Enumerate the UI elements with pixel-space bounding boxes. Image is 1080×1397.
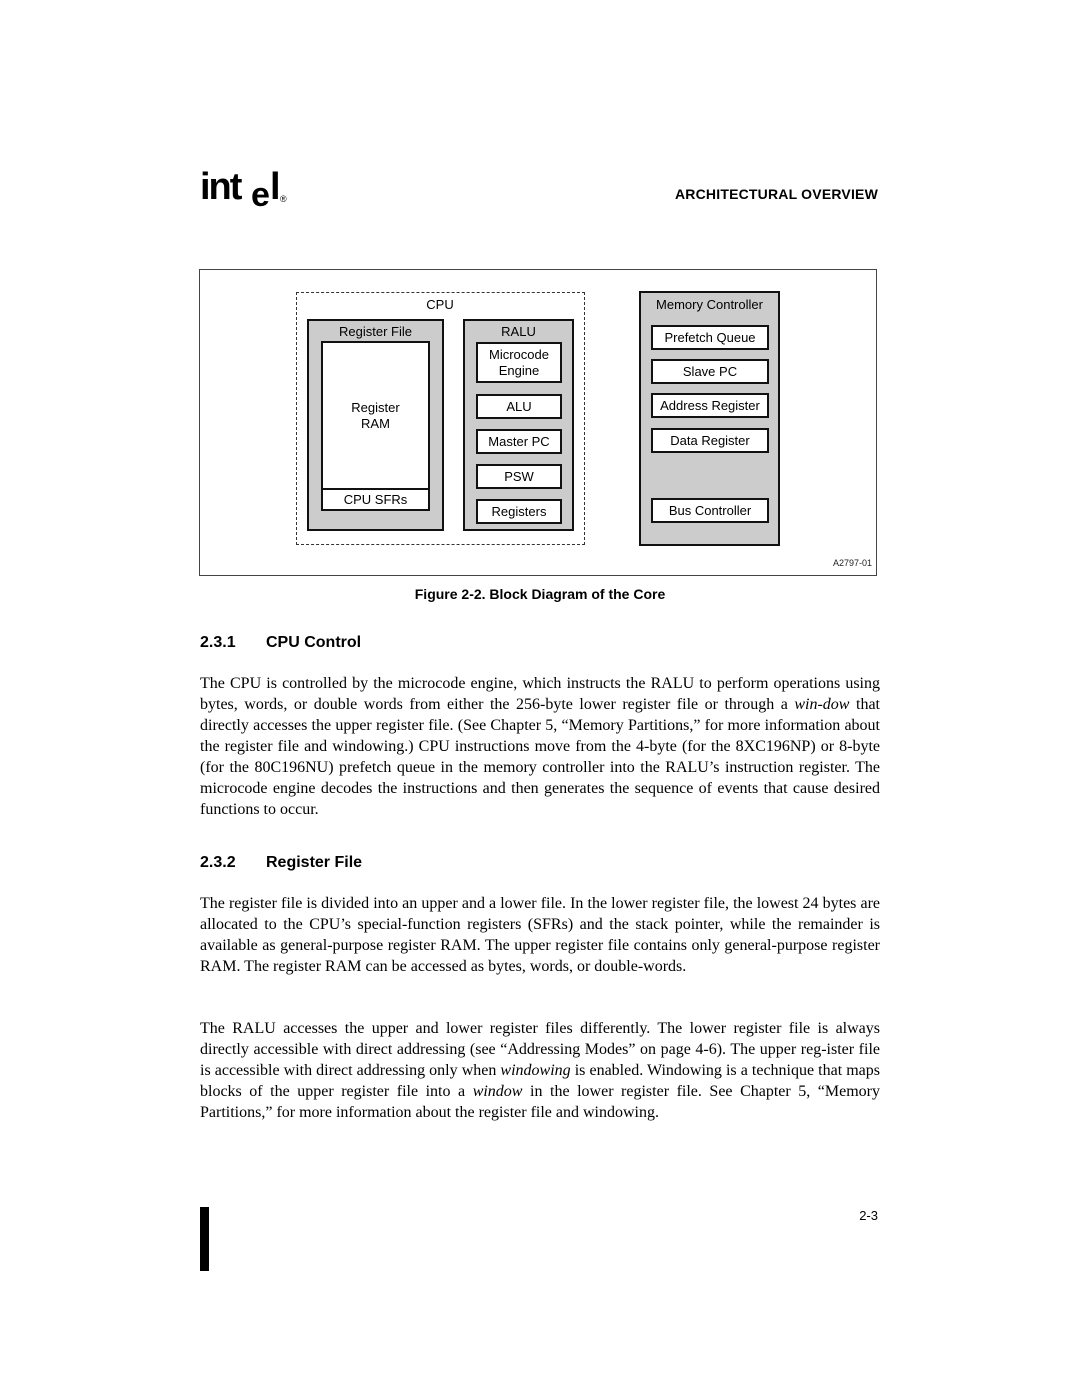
italic-term-window: win-dow <box>794 696 850 713</box>
address-register-label: Address Register <box>660 397 760 413</box>
text-run: that directly accesses the upper registe… <box>200 696 880 818</box>
bus-controller-label: Bus Controller <box>668 502 752 518</box>
change-bar <box>200 1207 209 1271</box>
slave-pc-label: Slave PC <box>682 363 738 379</box>
section-number: 2.3.2 <box>200 854 236 871</box>
italic-term-window: window <box>472 1083 523 1100</box>
ralu-block-alu: ALU <box>476 394 562 419</box>
text-run: The register file is divided into an upp… <box>200 895 880 975</box>
prefetch-queue-label: Prefetch Queue <box>664 329 756 345</box>
register-ram-block: Register RAM <box>321 341 430 490</box>
mc-block-bus-controller: Bus Controller <box>651 498 769 523</box>
memory-controller-title: Memory Controller <box>656 297 763 312</box>
page-number: 2-3 <box>859 1208 878 1223</box>
register-file-title: Register File <box>339 324 412 339</box>
ralu-title: RALU <box>501 324 536 339</box>
text-run: The CPU is controlled by the microcode e… <box>200 675 880 713</box>
running-header-title: ARCHITECTURAL OVERVIEW <box>674 186 878 202</box>
section-title: CPU Control <box>266 634 362 651</box>
paragraph-cpu-control: The CPU is controlled by the microcode e… <box>200 673 880 820</box>
cpu-label: CPU <box>426 297 454 312</box>
section-number: 2.3.1 <box>200 634 236 651</box>
figure-caption: Figure 2-2. Block Diagram of the Core <box>414 586 666 602</box>
figure-id: A2797-01 <box>832 558 872 568</box>
register-ram-label: Register RAM <box>351 399 400 431</box>
microcode-engine-label: Microcode Engine <box>489 346 549 378</box>
cpu-sfrs-block: CPU SFRs <box>321 488 430 511</box>
ralu-block-microcode-engine: Microcode Engine <box>476 342 562 383</box>
paragraph-register-file-1: The register file is divided into an upp… <box>200 893 880 977</box>
registered-mark-icon: ® <box>280 194 287 204</box>
ralu-block-registers: Registers <box>476 499 562 524</box>
italic-term-windowing: windowing <box>500 1062 571 1079</box>
section-title: Register File <box>266 854 363 871</box>
ralu-block-psw: PSW <box>476 464 562 489</box>
registers-label: Registers <box>491 503 547 519</box>
psw-label: PSW <box>504 468 534 484</box>
logo-e: e <box>251 176 270 214</box>
mc-block-prefetch-queue: Prefetch Queue <box>651 325 769 350</box>
master-pc-label: Master PC <box>488 433 550 449</box>
mc-block-data-register: Data Register <box>651 428 769 453</box>
section-heading-register-file: 2.3.2 Register File <box>200 854 362 872</box>
logo-int: int <box>200 166 242 208</box>
alu-label: ALU <box>506 398 532 414</box>
intel-logo: int e l ® <box>200 166 290 214</box>
logo-l: l <box>270 166 281 208</box>
data-register-label: Data Register <box>670 432 750 448</box>
cpu-sfrs-label: CPU SFRs <box>343 491 408 507</box>
mc-block-address-register: Address Register <box>651 393 769 418</box>
section-heading-cpu-control: 2.3.1 CPU Control <box>200 634 361 652</box>
mc-block-slave-pc: Slave PC <box>651 359 769 384</box>
paragraph-register-file-2: The RALU accesses the upper and lower re… <box>200 1018 880 1123</box>
ralu-block-master-pc: Master PC <box>476 429 562 454</box>
